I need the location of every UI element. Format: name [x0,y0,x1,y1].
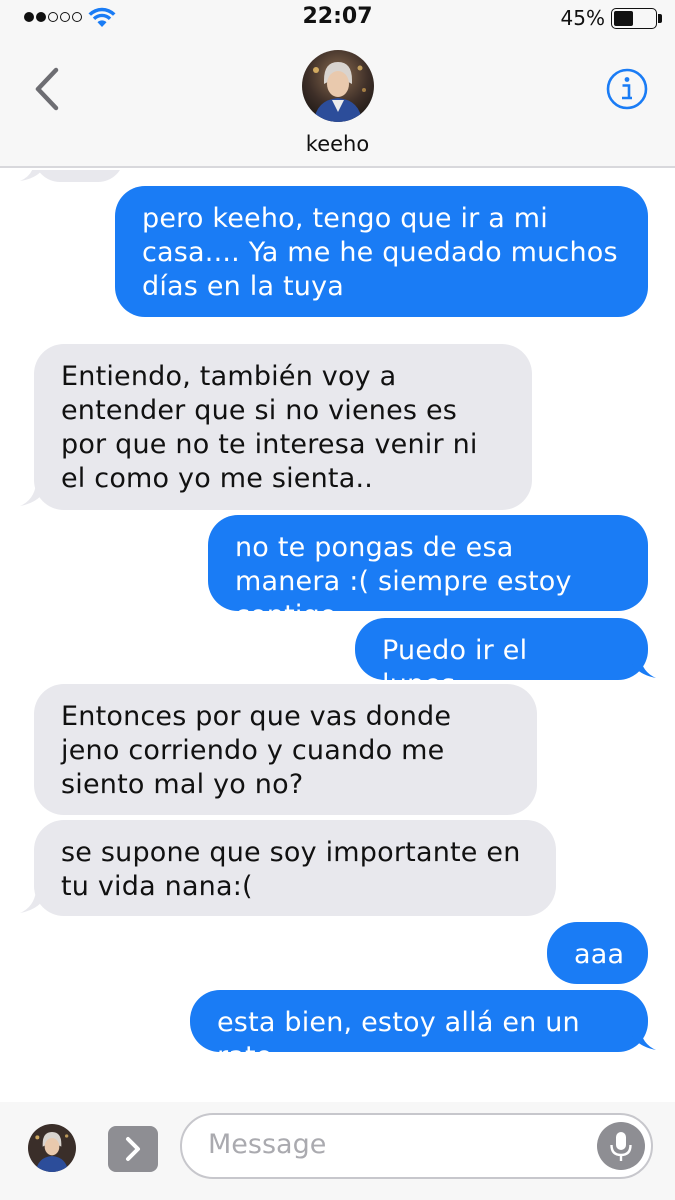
microphone-icon [610,1132,632,1161]
apps-expand-button[interactable] [108,1126,158,1172]
message-placeholder: Message [208,1129,327,1160]
status-bar: 22:07 45% [0,0,675,36]
battery-icon [611,8,657,29]
message-bubble-sent[interactable]: pero keeho, tengo que ir a mi casa.... Y… [115,186,648,317]
received-bubble-tail [20,484,48,506]
conversation-header: keeho [0,36,675,168]
message-bubble-received[interactable]: Entonces por que vas donde jeno corriend… [34,684,537,815]
battery-tip [658,14,662,23]
compose-bar: Message [0,1102,675,1200]
message-bubble-sent[interactable]: esta bien, estoy allá en un rato [190,990,648,1072]
contact-avatar[interactable] [302,50,374,122]
sent-bubble-tail [628,1028,656,1050]
received-bubble-tail [20,891,48,913]
user-avatar[interactable] [28,1124,76,1172]
sent-bubble-tail [628,656,656,678]
chevron-left-icon[interactable] [28,64,68,114]
info-icon[interactable] [606,68,648,110]
previous-bubble-tail [20,170,43,181]
message-input[interactable]: Message [180,1113,653,1179]
contact-name[interactable]: keeho [0,132,675,156]
battery-percent: 45% [560,6,605,30]
message-thread[interactable]: pero keeho, tengo que ir a mi casa.... Y… [0,170,675,1102]
message-bubble-received[interactable]: se supone que soy importante en tu vida … [34,820,556,916]
chevron-right-icon [126,1137,140,1161]
message-bubble-sent[interactable]: aaa [547,922,648,984]
message-bubble-received[interactable]: Entiendo, también voy a entender que si … [34,344,532,510]
message-bubble-sent[interactable]: Puedo ir el lunes... [355,618,648,700]
message-bubble-sent[interactable]: no te pongas de esa manera :( siempre es… [208,515,648,631]
microphone-button[interactable] [597,1122,645,1170]
